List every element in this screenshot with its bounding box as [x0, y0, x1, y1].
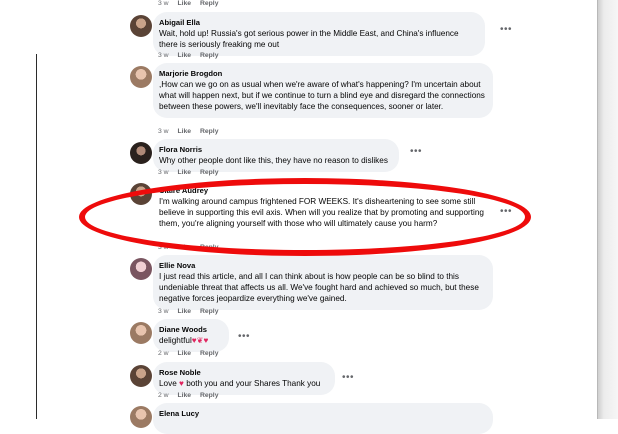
kiss-lips-icon: ❦ — [196, 336, 204, 345]
like-link[interactable]: Like — [177, 308, 191, 315]
comment-text: ,How can we go on as usual when we're aw… — [159, 80, 485, 111]
heart-eyes-icon: ♥ — [203, 336, 209, 345]
comment-bubble: Flora Norris Why other people dont like … — [153, 139, 399, 172]
comment-bubble: Abigail Ella Wait, hold up! Russia's got… — [153, 12, 485, 56]
comment-bubble: Diane Woods delightful♥❦♥ — [153, 319, 229, 352]
reply-link[interactable]: Reply — [200, 128, 219, 135]
more-options-icon[interactable]: ••• — [410, 147, 422, 157]
avatar[interactable] — [130, 258, 152, 280]
comment-text: I'm walking around campus frightened FOR… — [159, 197, 484, 228]
comment-time: 2 w — [158, 350, 169, 357]
reply-link[interactable]: Reply — [200, 0, 219, 7]
comment-bubble: Marjorie Brogdon ,How can we go on as us… — [153, 63, 493, 118]
more-options-icon[interactable]: ••• — [238, 332, 250, 342]
more-options-icon[interactable]: ••• — [342, 373, 354, 383]
comment-meta: 3 w Like Reply — [158, 308, 225, 315]
comment-author[interactable]: Claire Audrey — [159, 185, 485, 196]
comment-time: 2 w — [158, 392, 169, 399]
avatar[interactable] — [130, 322, 152, 344]
more-options-icon[interactable]: ••• — [500, 207, 512, 217]
comment-author[interactable]: Abigail Ella — [159, 17, 477, 28]
comment-time: 3 w — [158, 0, 169, 7]
comment-meta: 3 w Like Reply — [158, 128, 225, 135]
like-link[interactable]: Like — [177, 169, 191, 176]
reply-link[interactable]: Reply — [200, 52, 219, 59]
comment-meta: 2 w Like Reply — [158, 392, 225, 399]
comment-text-start: Love — [159, 379, 177, 388]
page-shadow — [598, 0, 618, 419]
reply-link[interactable]: Reply — [200, 244, 219, 251]
comment-author[interactable]: Ellie Nova — [159, 260, 485, 271]
avatar[interactable] — [130, 183, 152, 205]
comment-time: 3 w — [158, 128, 169, 135]
comment-time: 3 w — [158, 52, 169, 59]
reply-link[interactable]: Reply — [200, 392, 219, 399]
comment-meta: 2 w Like Reply — [158, 350, 225, 357]
comment-meta: 3 w Like Reply — [158, 169, 225, 176]
like-link[interactable]: Like — [177, 0, 191, 7]
avatar[interactable] — [130, 66, 152, 88]
comment-time: 3 w — [158, 308, 169, 315]
like-link[interactable]: Like — [177, 128, 191, 135]
comment-text: Wait, hold up! Russia's got serious powe… — [159, 29, 459, 49]
comment-author[interactable]: Rose Noble — [159, 367, 327, 378]
like-link[interactable]: Like — [177, 392, 191, 399]
comment-text: delightful♥❦♥ — [159, 335, 221, 346]
comment-author[interactable]: Elena Lucy — [159, 408, 485, 419]
avatar[interactable] — [130, 406, 152, 428]
comment-text-end: both you and your Shares Thank you — [186, 379, 321, 388]
comment-time: 3 w — [158, 244, 169, 251]
reply-link[interactable]: Reply — [200, 308, 219, 315]
avatar[interactable] — [130, 142, 152, 164]
comment-text: Why other people dont like this, they ha… — [159, 156, 388, 165]
avatar[interactable] — [130, 15, 152, 37]
red-heart-icon: ♥ — [179, 379, 184, 388]
comment-author[interactable]: Marjorie Brogdon — [159, 68, 485, 79]
comment-time: 3 w — [158, 169, 169, 176]
like-link[interactable]: Like — [177, 244, 191, 251]
comment-text: I just read this article, and all I can … — [159, 272, 479, 303]
comment-meta: 3 w Like Reply — [158, 0, 225, 7]
comment-bubble: Claire Audrey I'm walking around campus … — [153, 180, 493, 235]
like-link[interactable]: Like — [177, 350, 191, 357]
comment-author[interactable]: Diane Woods — [159, 324, 221, 335]
reply-link[interactable]: Reply — [200, 169, 219, 176]
comment-bubble: Rose Noble Love ♥ both you and your Shar… — [153, 362, 335, 395]
comment-meta: 3 w Like Reply — [158, 52, 225, 59]
avatar[interactable] — [130, 365, 152, 387]
comment-text: Love ♥ both you and your Shares Thank yo… — [159, 378, 327, 389]
reply-link[interactable]: Reply — [200, 350, 219, 357]
comment-meta: 3 w Like Reply — [158, 244, 225, 251]
comment-author[interactable]: Flora Norris — [159, 144, 391, 155]
like-link[interactable]: Like — [177, 52, 191, 59]
comment-text-content: delightful — [159, 336, 192, 345]
thread-line — [36, 54, 37, 419]
more-options-icon[interactable]: ••• — [500, 25, 512, 35]
comment-bubble: Ellie Nova I just read this article, and… — [153, 255, 493, 310]
